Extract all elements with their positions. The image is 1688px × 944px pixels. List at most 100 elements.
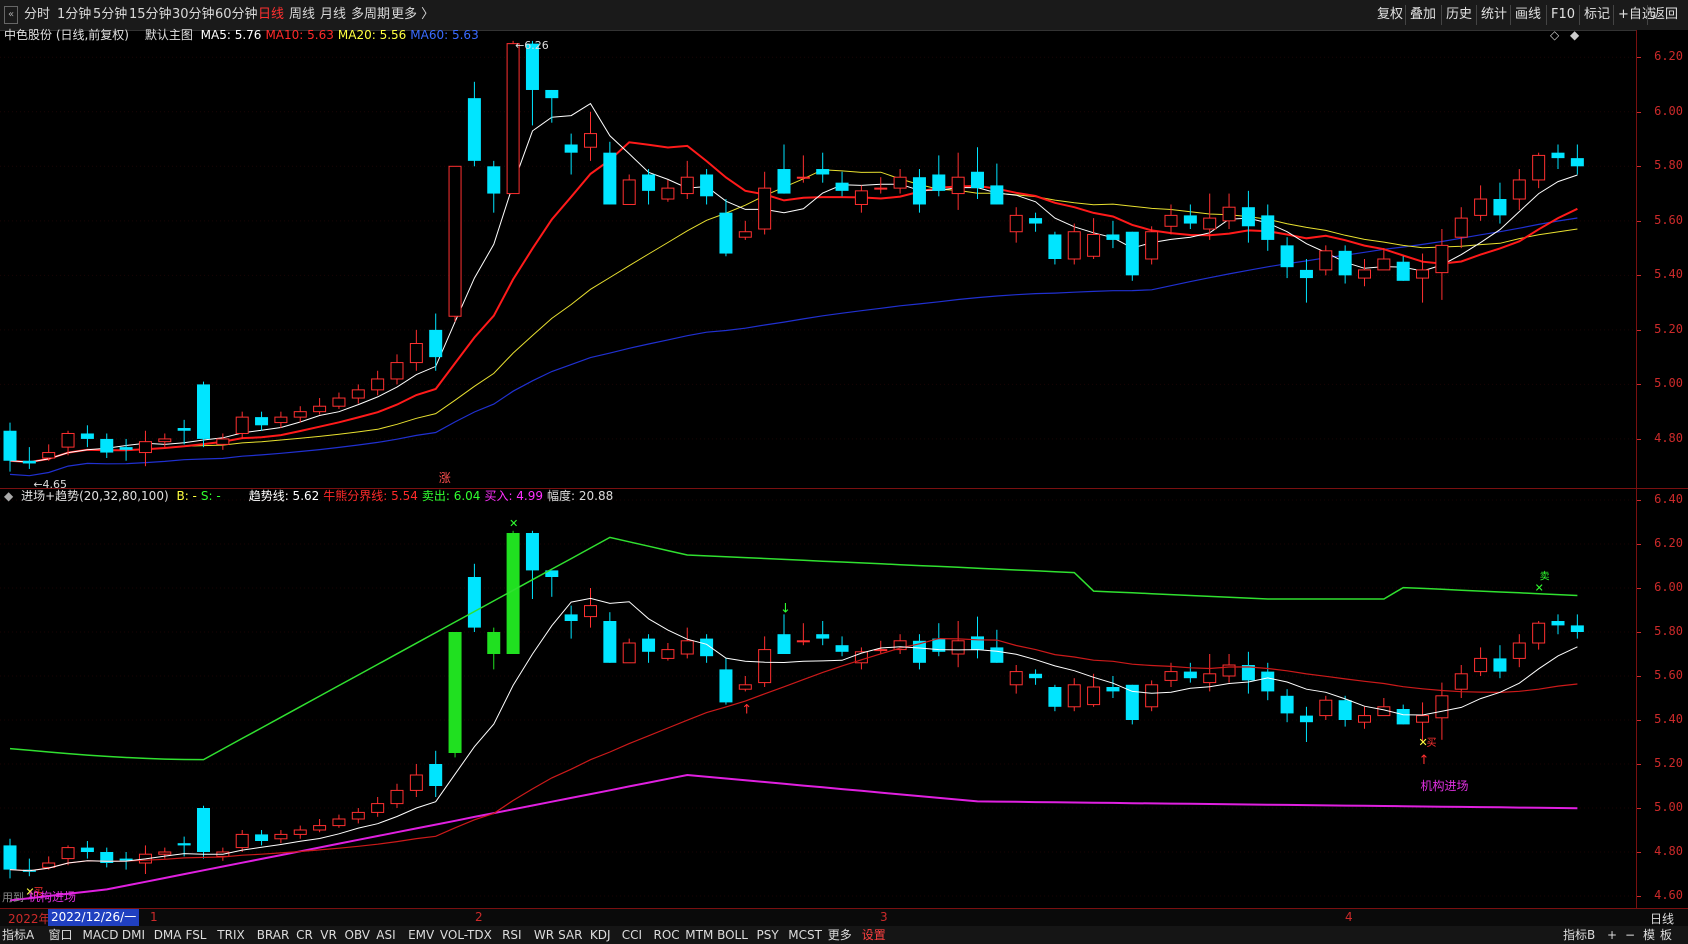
candle — [1532, 152, 1546, 189]
indicator-tab[interactable]: CR — [296, 927, 313, 943]
bottom-right-control[interactable]: 模 — [1643, 927, 1655, 943]
candle — [1338, 245, 1352, 284]
candle — [351, 384, 365, 404]
candle — [603, 612, 617, 663]
candle-body — [835, 645, 849, 652]
indicator-name[interactable]: 进场+趋势(20,32,80,100) — [21, 489, 169, 503]
toolbar-button[interactable]: 标记 — [1584, 6, 1610, 24]
candle — [661, 643, 675, 661]
settings-dot-icon[interactable]: ◆ — [1570, 28, 1579, 42]
toolbar-button[interactable]: 复权 — [1377, 6, 1403, 24]
toolbar-button[interactable]: 叠加 — [1410, 6, 1436, 24]
collapse-icon[interactable]: « — [4, 6, 18, 24]
indicator-value: 幅度: 20.88 — [547, 489, 614, 503]
up-arrow: ↑ — [1419, 753, 1430, 768]
indicator-tab[interactable]: BOLL — [717, 927, 748, 943]
indicator-tab[interactable]: KDJ — [590, 927, 611, 943]
candle — [487, 627, 501, 670]
year-label: 2022年 — [8, 912, 51, 926]
indicator-tab[interactable]: TRIX — [217, 927, 244, 943]
candle-body — [816, 634, 830, 639]
indicator-chart[interactable]: ✕买↑✕↑↓✕买↑机构进场✕卖用到机构进场 ◆ 进场+趋势(20,32,80,1… — [0, 489, 1636, 907]
candle — [719, 658, 733, 705]
candle-body — [719, 212, 733, 254]
candle — [293, 825, 307, 839]
indicator-tab[interactable]: MCST — [788, 927, 822, 943]
indicator-tab[interactable]: BRAR — [257, 927, 290, 943]
main-price-chart[interactable]: ←6.26 ←4.65 涨 中色股份 (日线,前复权) 默认主图 MA5: 5.76… — [0, 28, 1636, 488]
entry-annotation: 机构进场 — [1421, 778, 1469, 793]
template-select[interactable]: 默认主图 — [145, 28, 193, 42]
indicator-tab[interactable]: ROC — [654, 927, 680, 943]
period-tab[interactable]: 30分钟 — [172, 6, 215, 24]
indicator-tab[interactable]: EMV — [408, 927, 434, 943]
candle-body — [525, 533, 539, 571]
candlestick-plot[interactable]: ←6.26←4.65 涨 — [0, 30, 1636, 488]
bottom-right-control[interactable]: 指标B — [1563, 927, 1595, 943]
period-tab[interactable]: 月线 — [320, 6, 346, 24]
indicator-tab[interactable]: PSY — [757, 927, 779, 943]
period-tab[interactable]: 日线 — [258, 6, 284, 24]
y-tick-label: 6.00 — [1654, 103, 1683, 118]
indicator-tab[interactable]: DMA — [154, 927, 182, 943]
candle — [1029, 669, 1043, 685]
indicator-tab[interactable]: SAR — [558, 927, 582, 943]
toolbar-button[interactable]: F10 — [1551, 6, 1575, 24]
indicator-tab[interactable]: VOL-TDX — [440, 927, 492, 943]
bottom-right-control[interactable]: − — [1625, 927, 1635, 943]
period-tab[interactable]: 5分钟 — [93, 6, 127, 24]
toolbar-button[interactable]: 历史 — [1446, 6, 1472, 24]
candle-body — [874, 187, 888, 190]
period-tab[interactable]: 多周期 — [351, 6, 390, 24]
indicator-tab[interactable]: ASI — [376, 927, 395, 943]
period-tab[interactable]: 15分钟 — [129, 6, 172, 24]
indicator-tab[interactable]: 更多 — [828, 927, 852, 943]
period-tab[interactable]: 更多 〉 — [391, 6, 434, 24]
candle — [506, 40, 520, 195]
indicator-tab[interactable]: VR — [320, 927, 337, 943]
candle — [584, 111, 597, 161]
period-tab[interactable]: 1分钟 — [57, 6, 91, 24]
indicator-tab[interactable]: RSI — [502, 927, 522, 943]
indicator-settings-icon[interactable]: ◆ — [4, 489, 13, 503]
indicator-tab[interactable]: WR — [534, 927, 554, 943]
toolbar-button[interactable]: +自选 — [1618, 6, 1655, 24]
candle-body — [371, 378, 385, 391]
candle-body — [1067, 684, 1081, 708]
candle-body — [332, 397, 346, 407]
candle — [1474, 647, 1488, 676]
indicator-tab[interactable]: OBV — [345, 927, 371, 943]
candle-body — [1280, 695, 1294, 714]
candle — [1570, 144, 1584, 175]
indicator-tab[interactable]: 窗口 — [49, 927, 73, 943]
indicator-tab[interactable]: DMI — [122, 927, 145, 943]
candle — [874, 177, 888, 194]
candle — [796, 155, 810, 183]
bottom-right-control[interactable]: + — [1607, 927, 1617, 943]
bottom-right-control[interactable]: 板 — [1660, 927, 1672, 943]
indicator-tab[interactable]: CCI — [622, 927, 642, 943]
candle — [1222, 193, 1236, 230]
period-tab[interactable]: 分时 — [24, 6, 50, 24]
candle-body — [255, 834, 269, 841]
main-price-axis: 6.20 6.00 5.80 5.60 5.40 5.20 5.00 4.80 — [1636, 30, 1688, 488]
ma-label: MA20: 5.56 — [337, 28, 407, 42]
period-tab[interactable]: 周线 — [289, 6, 315, 24]
indicator-plot[interactable]: ✕买↑✕↑↓✕买↑机构进场✕卖用到机构进场 — [0, 489, 1636, 907]
candle — [1570, 614, 1584, 639]
candle — [255, 830, 269, 846]
candle — [1241, 190, 1255, 243]
candle-body — [351, 811, 365, 820]
toolbar-button[interactable]: 统计 — [1481, 6, 1507, 24]
indicator-tab[interactable]: MACD — [83, 927, 119, 943]
toolbar-separator — [1510, 5, 1511, 25]
indicator-values: B: - S: - 趋势线: 5.62 牛熊分界线: 5.54 卖出: 6.04 买入: … — [176, 489, 617, 503]
indicator-tab[interactable]: 指标A — [2, 927, 34, 943]
period-tab[interactable]: 60分钟 — [215, 6, 258, 24]
indicator-tab[interactable]: FSL — [186, 927, 207, 943]
toolbar-button[interactable]: 返回 — [1652, 6, 1678, 24]
toolbar-button[interactable]: 画线 — [1515, 6, 1541, 24]
indicator-tab[interactable]: MTM — [685, 927, 713, 943]
indicator-tab[interactable]: 设置 — [862, 927, 886, 943]
diamond-icon[interactable]: ◇ — [1550, 28, 1559, 42]
